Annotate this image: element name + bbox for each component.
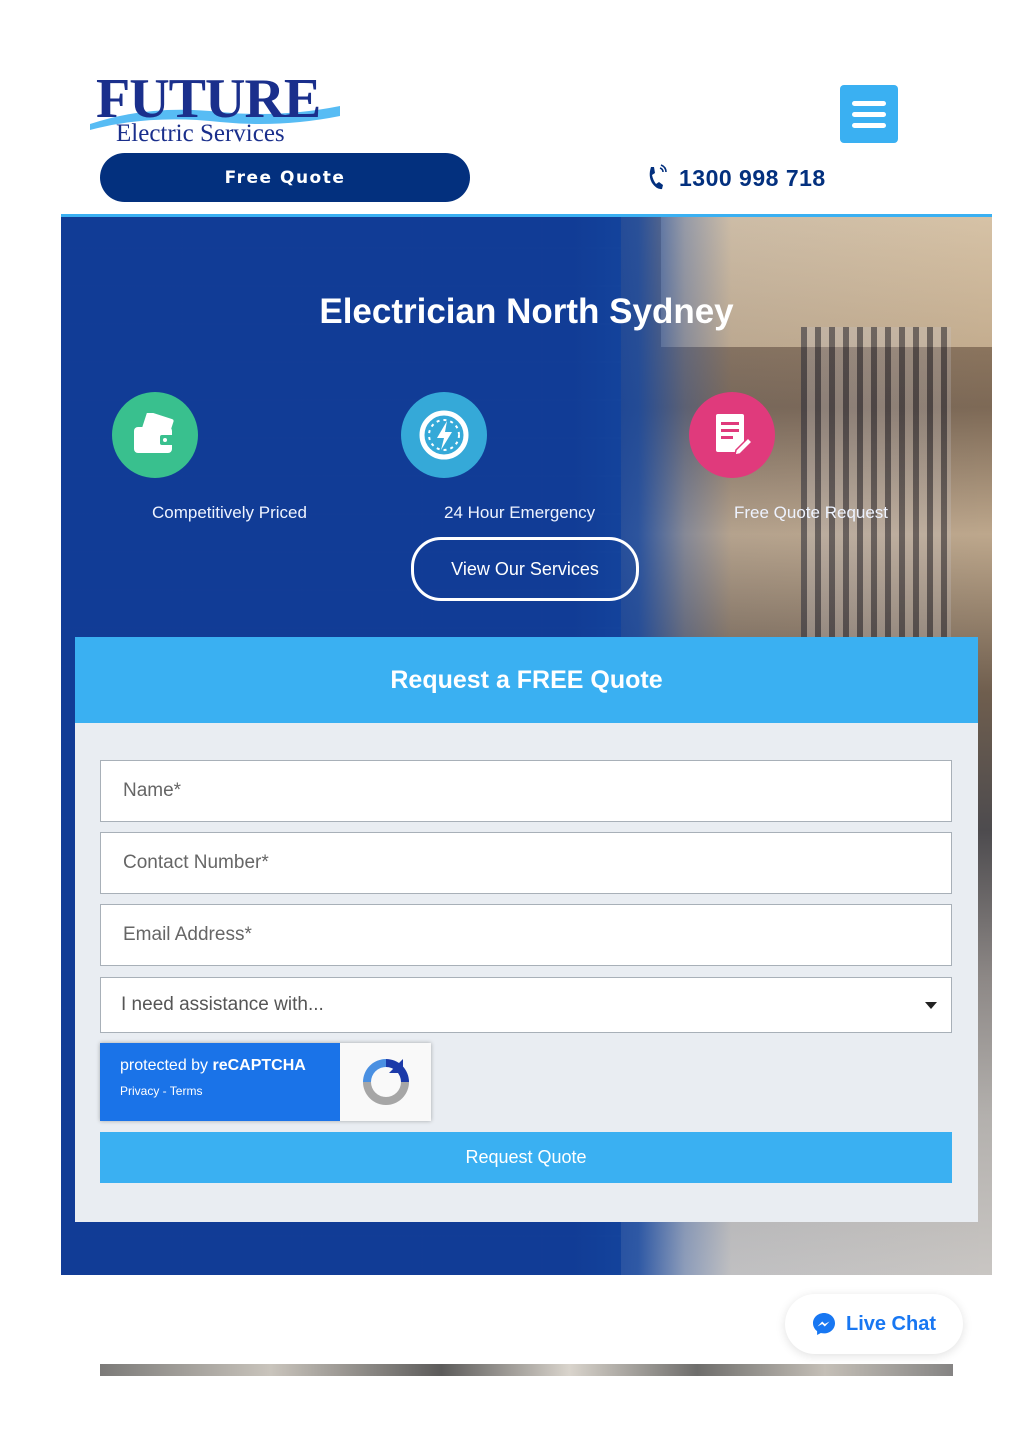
- hamburger-icon-bar: [852, 122, 886, 128]
- phone-icon: [649, 164, 667, 190]
- live-chat-label: Live Chat: [845, 1312, 937, 1335]
- recaptcha-text: protected by reCAPTCHA Privacy - Terms: [100, 1043, 340, 1121]
- messenger-icon: [812, 1313, 835, 1335]
- recaptcha-privacy-terms-link[interactable]: Privacy - Terms: [120, 1084, 340, 1098]
- feature-label: 24 Hour Emergency: [444, 503, 596, 522]
- document-pencil-icon: [689, 392, 775, 478]
- email-input[interactable]: [100, 904, 952, 966]
- view-services-button[interactable]: View Our Services: [411, 537, 639, 601]
- power-clock-icon: [401, 392, 487, 478]
- live-chat-button[interactable]: Live Chat: [785, 1294, 963, 1354]
- hamburger-icon-bar: [852, 100, 886, 106]
- recaptcha-label: protected by reCAPTCHA: [120, 1057, 340, 1075]
- logo-subtitle: Electric Services: [116, 120, 285, 147]
- chevron-down-icon: [925, 1001, 937, 1009]
- contact-number-input[interactable]: [100, 832, 952, 894]
- recaptcha-brand: reCAPTCHA: [212, 1057, 306, 1074]
- feature-24-hour-emergency: 24 Hour Emergency: [401, 392, 641, 523]
- feature-label: Competitively Priced: [152, 503, 307, 522]
- phone-number[interactable]: 1300 998 718: [679, 165, 826, 192]
- next-section-image: [100, 1364, 953, 1376]
- assistance-select[interactable]: I need assistance with...: [100, 977, 952, 1033]
- phone-link[interactable]: 1300 998 718: [645, 162, 826, 194]
- hero-section: Electrician North Sydney Competitively P…: [61, 217, 992, 1275]
- feature-free-quote-request: Free Quote Request: [689, 392, 929, 523]
- hero-title: Electrician North Sydney: [319, 292, 734, 331]
- hamburger-icon-bar: [852, 111, 886, 117]
- wallet-icon: [112, 392, 198, 478]
- menu-button[interactable]: [840, 85, 898, 143]
- quote-form: Request a FREE Quote I need assistance w…: [75, 637, 978, 1222]
- select-value: I need assistance with...: [121, 994, 324, 1015]
- recaptcha-icon: [340, 1043, 431, 1121]
- recaptcha-prefix: protected by: [120, 1057, 213, 1074]
- name-input[interactable]: [100, 760, 952, 822]
- free-quote-button[interactable]: Free Quote: [100, 153, 470, 202]
- feature-competitively-priced: Competitively Priced: [112, 392, 352, 523]
- logo[interactable]: FUTURE Electric Services: [90, 70, 340, 150]
- feature-label: Free Quote Request: [734, 503, 889, 522]
- form-title: Request a FREE Quote: [75, 637, 978, 723]
- recaptcha-badge: protected by reCAPTCHA Privacy - Terms: [100, 1043, 431, 1121]
- request-quote-button[interactable]: Request Quote: [100, 1132, 952, 1183]
